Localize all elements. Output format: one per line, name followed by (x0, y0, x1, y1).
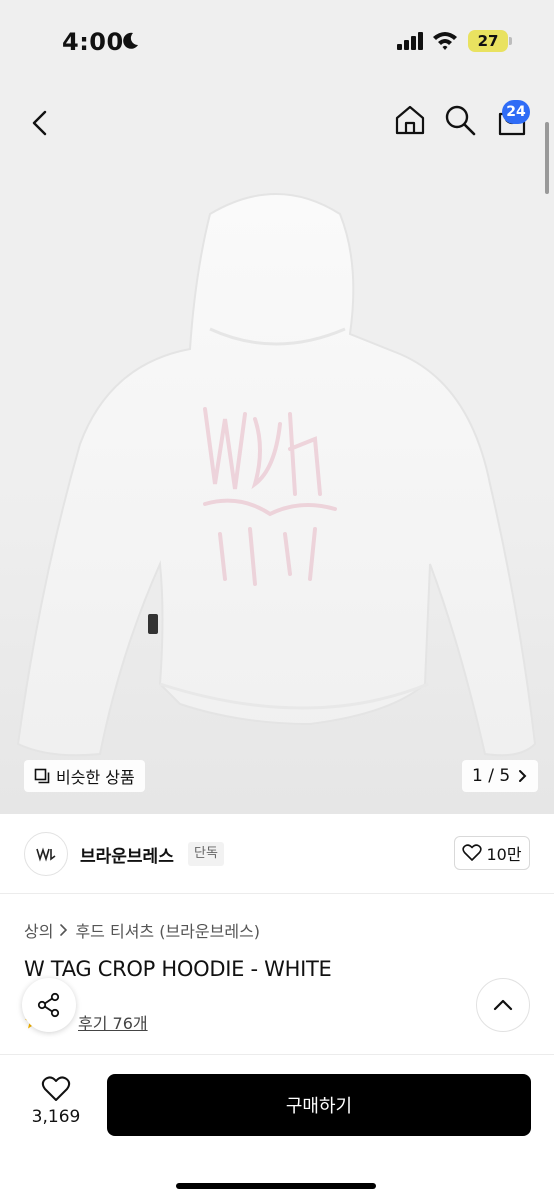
home-indicator[interactable] (176, 1183, 376, 1189)
home-icon[interactable] (392, 102, 428, 138)
product-gallery[interactable]: 24 비슷한 상품 1 / 5 (0, 84, 554, 814)
chevron-right-icon (60, 924, 68, 936)
share-button[interactable] (22, 978, 76, 1032)
wish-button[interactable]: 3,169 (24, 1075, 88, 1135)
battery-indicator: 27 (468, 30, 508, 52)
exclusive-badge: 단독 (188, 842, 224, 866)
share-icon (37, 992, 60, 1018)
chevron-right-icon (519, 770, 527, 782)
brand-logo[interactable] (24, 832, 68, 876)
review-link[interactable]: 후기 76개 (78, 1010, 148, 1034)
brand-row: 브라운브레스 단독 10만 (0, 814, 554, 894)
buy-button[interactable]: 구매하기 (107, 1074, 531, 1136)
back-icon[interactable] (24, 106, 58, 140)
brand-like-count: 10만 (486, 845, 522, 864)
heart-icon (462, 844, 483, 861)
brand-name[interactable]: 브라운브레스 (80, 842, 174, 867)
similar-products-button[interactable]: 비슷한 상품 (24, 760, 145, 792)
breadcrumb: 상의 후드 티셔츠 (브라운브레스) (24, 918, 260, 942)
cart-badge: 24 (502, 100, 530, 124)
chevron-up-icon (493, 999, 513, 1011)
battery-nub (509, 37, 512, 45)
brand-logo-mark (36, 847, 56, 862)
scrollbar[interactable] (545, 122, 549, 194)
brand-like-button[interactable]: 10만 (454, 836, 530, 870)
status-time: 4:00 (62, 28, 124, 56)
status-bar: 4:00 27 (0, 0, 554, 84)
product-image (16, 193, 537, 757)
product-title: W TAG CROP HOODIE - WHITE (24, 957, 332, 981)
similar-icon (34, 768, 50, 784)
breadcrumb-item[interactable]: 후드 티셔츠 (브라운브레스) (75, 918, 260, 942)
page-indicator: 1 / 5 (472, 766, 511, 786)
moon-icon (123, 32, 138, 49)
wish-count: 3,169 (31, 1107, 81, 1127)
similar-label: 비슷한 상품 (56, 768, 135, 787)
scroll-top-button[interactable] (476, 978, 530, 1032)
search-icon[interactable] (442, 102, 478, 138)
wifi-icon (433, 32, 457, 50)
image-pager[interactable]: 1 / 5 (462, 760, 539, 792)
signal-icon (397, 32, 423, 50)
bottom-action-bar: 3,169 구매하기 (0, 1054, 554, 1200)
breadcrumb-item[interactable]: 상의 (24, 918, 53, 942)
heart-icon (41, 1076, 71, 1101)
